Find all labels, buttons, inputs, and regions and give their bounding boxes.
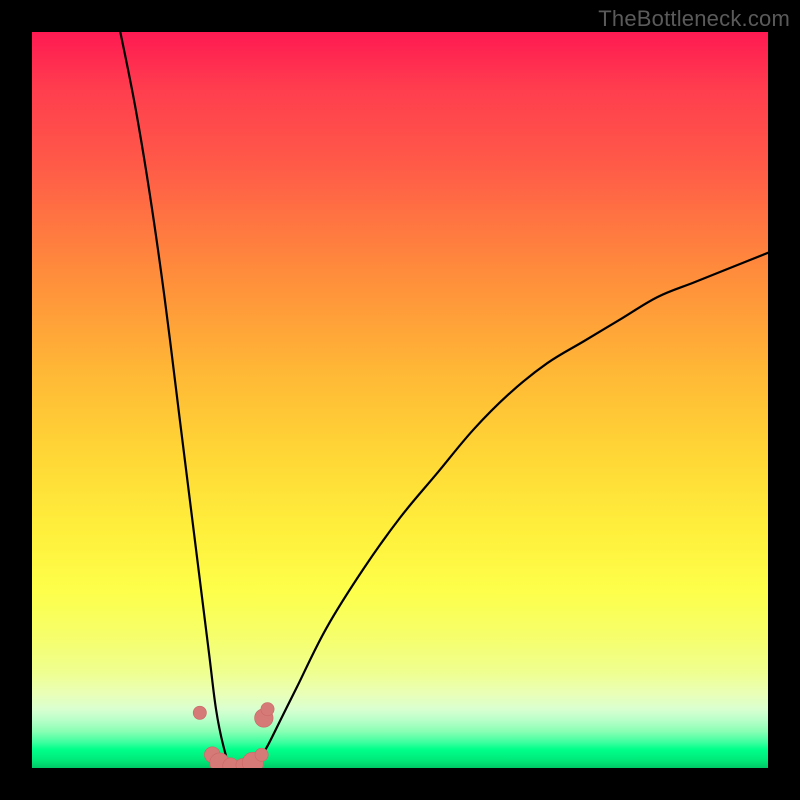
plot-area — [32, 32, 768, 768]
chart-frame: TheBottleneck.com — [0, 0, 800, 800]
curve-marker — [255, 748, 268, 761]
bottleneck-curve — [120, 32, 768, 768]
curve-marker — [193, 706, 206, 719]
curve-markers — [193, 703, 274, 769]
curve-layer — [32, 32, 768, 768]
curve-marker — [261, 703, 274, 716]
watermark-text: TheBottleneck.com — [598, 6, 790, 32]
